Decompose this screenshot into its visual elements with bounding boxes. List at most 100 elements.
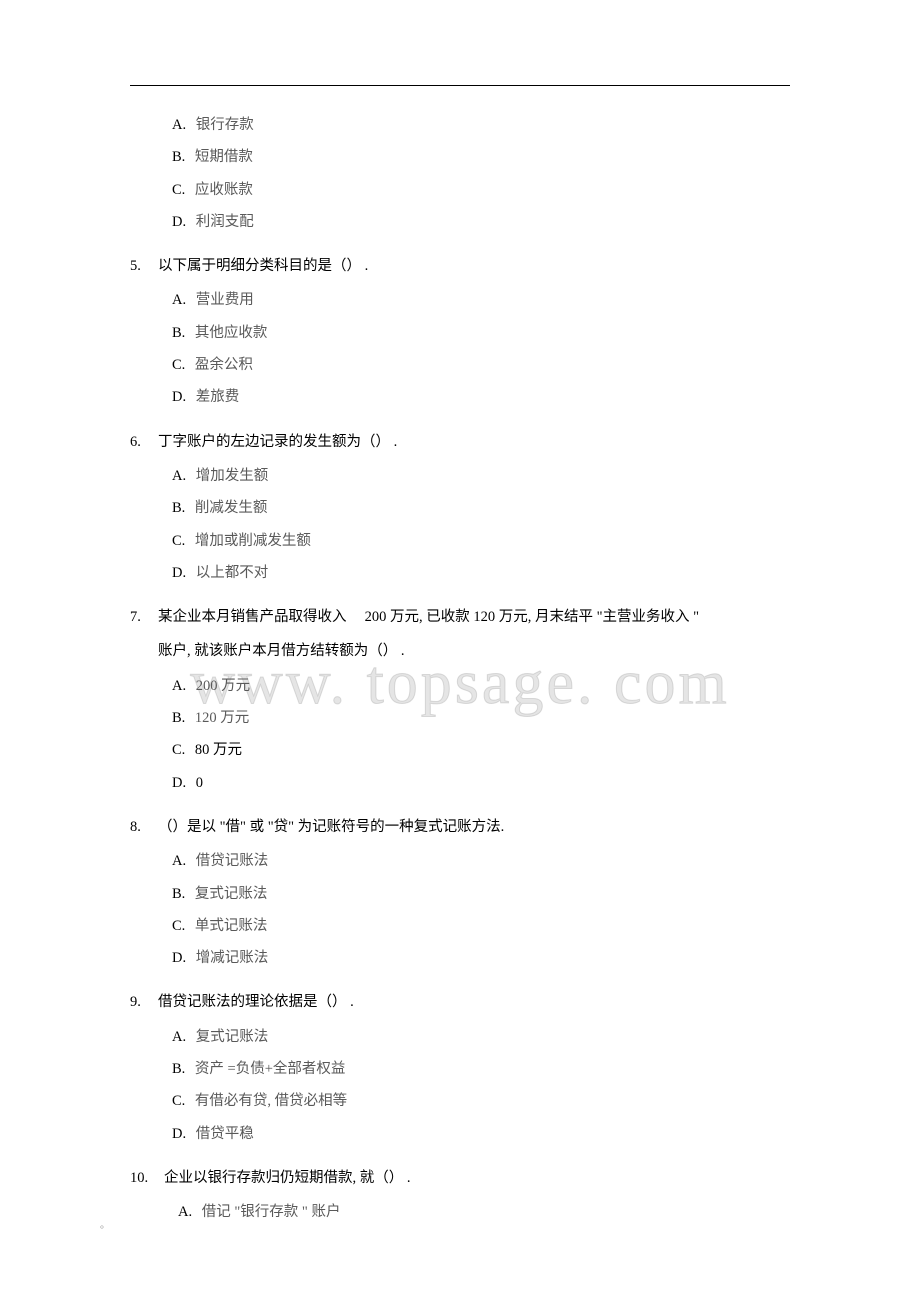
question-text: 企业以银行存款归仍短期借款, 就（） . [164,1168,790,1188]
q6: 6. 丁字账户的左边记录的发生额为（） . [130,432,790,452]
option-letter: B. [172,1059,185,1079]
option-text: 增减记账法 [196,950,269,966]
option-text: 复式记账法 [195,886,268,902]
q5: 5. 以下属于明细分类科目的是（） . [130,256,790,276]
question-number: 9. [130,992,158,1012]
q5-option-a: A. 营业费用 [172,290,790,310]
option-text: 有借必有贷, 借贷必相等 [195,1093,347,1109]
q5-option-c: C. 盈余公积 [172,355,790,375]
q7-options: A. 200 万元 B. 120 万元 C. 80 万元 D. 0 [130,676,790,793]
question-number: 5. [130,256,158,276]
question-text: 某企业本月销售产品取得收入 200 万元, 已收款 120 万元, 月末结平 "… [158,607,790,627]
option-letter: B. [172,323,185,343]
option-text: 削减发生额 [195,500,268,516]
q8-option-d: D. 增减记账法 [172,948,790,968]
option-text: 盈余公积 [195,357,253,373]
option-letter: B. [172,708,185,728]
option-text: 借贷平稳 [196,1126,254,1142]
option-letter: C. [172,1091,185,1111]
option-text: 借贷记账法 [196,853,269,869]
option-text: 差旅费 [196,389,240,405]
q10-options: A. 借记 "银行存款 " 账户 [130,1202,790,1222]
option-letter: C. [172,916,185,936]
option-letter: B. [172,147,185,167]
q8-option-c: C. 单式记账法 [172,916,790,936]
option-text: 银行存款 [196,117,254,133]
option-text: 以上都不对 [196,565,269,581]
option-letter: A. [172,1027,186,1047]
option-letter: D. [172,1124,186,1144]
q7-option-d: D. 0 [172,773,790,793]
option-text: 应收账款 [195,182,253,198]
q4-options: A. 银行存款 B. 短期借款 C. 应收账款 D. 利润支配 [130,115,790,232]
q7-text-part1: 某企业本月销售产品取得收入 [158,609,347,625]
q9-option-b: B. 资产 =负债+全部者权益 [172,1059,790,1079]
q4-option-b: B. 短期借款 [172,147,790,167]
q9: 9. 借贷记账法的理论依据是（） . [130,992,790,1012]
q9-option-a: A. 复式记账法 [172,1027,790,1047]
option-text: 资产 =负债+全部者权益 [195,1061,345,1077]
option-text: 借记 "银行存款 " 账户 [202,1204,341,1220]
option-letter: A. [172,290,186,310]
option-letter: D. [172,212,186,232]
q6-option-c: C. 增加或削减发生额 [172,531,790,551]
option-text: 增加发生额 [196,468,269,484]
option-letter: D. [172,387,186,407]
option-text: 120 万元 [195,710,249,726]
q8-options: A. 借贷记账法 B. 复式记账法 C. 单式记账法 D. 增减记账法 [130,851,790,968]
q9-option-d: D. 借贷平稳 [172,1124,790,1144]
option-letter: A. [172,466,186,486]
option-letter: D. [172,773,186,793]
q7-option-b: B. 120 万元 [172,708,790,728]
q7-option-a: A. 200 万元 [172,676,790,696]
q8-option-a: A. 借贷记账法 [172,851,790,871]
q7: 7. 某企业本月销售产品取得收入 200 万元, 已收款 120 万元, 月末结… [130,607,790,627]
option-letter: C. [172,740,185,760]
q5-options: A. 营业费用 B. 其他应收款 C. 盈余公积 D. 差旅费 [130,290,790,407]
question-text: 丁字账户的左边记录的发生额为（） . [158,432,790,452]
option-letter: A. [172,676,186,696]
q7-continuation: 账户, 就该账户本月借方结转额为（） . [158,641,790,661]
q9-options: A. 复式记账法 B. 资产 =负债+全部者权益 C. 有借必有贷, 借贷必相等… [130,1027,790,1144]
q5-option-b: B. 其他应收款 [172,323,790,343]
option-text: 单式记账法 [195,918,268,934]
option-text: 增加或削减发生额 [195,533,311,549]
q9-option-c: C. 有借必有贷, 借贷必相等 [172,1091,790,1111]
q5-option-d: D. 差旅费 [172,387,790,407]
option-text: 短期借款 [195,149,253,165]
option-text: 80 万元 [195,742,242,758]
option-text: 营业费用 [196,292,254,308]
question-number: 7. [130,607,158,627]
option-letter: C. [172,355,185,375]
document-content: A. 银行存款 B. 短期借款 C. 应收账款 D. 利润支配 5. 以下属于明… [130,115,790,1223]
question-text: 借贷记账法的理论依据是（） . [158,992,790,1012]
option-text: 利润支配 [196,214,254,230]
option-text: 200 万元 [196,678,250,694]
page-top-border [130,85,790,86]
q7-text-part2: 200 万元, 已收款 120 万元, 月末结平 "主营业务收入 " [365,609,699,625]
option-letter: B. [172,884,185,904]
q8-option-b: B. 复式记账法 [172,884,790,904]
option-text: 0 [196,775,203,791]
option-letter: A. [178,1202,192,1222]
bottom-mark: 。 [100,1216,110,1231]
option-letter: C. [172,180,185,200]
q6-option-b: B. 削减发生额 [172,498,790,518]
question-number: 6. [130,432,158,452]
question-number: 8. [130,817,158,837]
option-letter: B. [172,498,185,518]
option-text: 复式记账法 [196,1029,269,1045]
question-number: 10. [130,1168,164,1188]
option-letter: D. [172,948,186,968]
option-text: 其他应收款 [195,325,268,341]
q10: 10. 企业以银行存款归仍短期借款, 就（） . [130,1168,790,1188]
question-text: 以下属于明细分类科目的是（） . [158,256,790,276]
q4-option-c: C. 应收账款 [172,180,790,200]
q7-option-c: C. 80 万元 [172,740,790,760]
q4-option-d: D. 利润支配 [172,212,790,232]
q4-option-a: A. 银行存款 [172,115,790,135]
option-letter: A. [172,851,186,871]
option-letter: A. [172,115,186,135]
q6-options: A. 增加发生额 B. 削减发生额 C. 增加或削减发生额 D. 以上都不对 [130,466,790,583]
q10-option-a: A. 借记 "银行存款 " 账户 [178,1202,790,1222]
